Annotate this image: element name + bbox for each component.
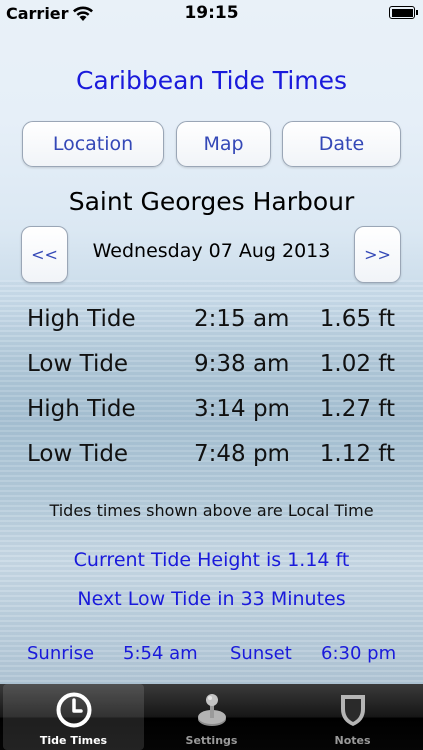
tide-row: High Tide 2:15 am 1.65 ft [0,304,423,349]
previous-day-button[interactable]: << [21,226,68,283]
tab-label: Settings [185,734,238,747]
current-date: Wednesday 07 Aug 2013 [92,240,331,262]
clock-time: 19:15 [184,3,239,23]
tide-time: 9:38 am [194,351,290,377]
tide-row: Low Tide 7:48 pm 1.12 ft [0,439,423,484]
joystick-icon [197,694,226,726]
tide-row: Low Tide 9:38 am 1.02 ft [0,349,423,394]
tide-table: High Tide 2:15 am 1.65 ft Low Tide 9:38 … [0,304,423,484]
tide-height: 1.27 ft [319,396,395,422]
tide-height: 1.65 ft [319,306,395,332]
location-button[interactable]: Location [22,121,164,167]
local-time-note: Tides times shown above are Local Time [49,501,374,520]
tab-bar: Tide Times Settings Notes [0,684,423,750]
date-button[interactable]: Date [282,121,401,167]
tide-time: 2:15 am [194,306,290,332]
sunset-time: 6:30 pm [321,643,397,664]
tide-time: 7:48 pm [194,441,290,467]
tide-type: Low Tide [27,351,129,377]
tide-type: High Tide [27,396,136,422]
clock-icon [56,692,91,728]
sunset-label: Sunset [230,643,292,664]
shield-icon [340,695,365,726]
status-bar: Carrier 19:15 [0,0,423,28]
app-title: Caribbean Tide Times [75,66,348,95]
tide-time: 3:14 pm [194,396,290,422]
tab-label: Tide Times [39,734,108,747]
current-tide-height: Current Tide Height is 1.14 ft [73,549,350,571]
tide-type: Low Tide [27,441,129,467]
tab-tide-times[interactable]: Tide Times [3,684,144,750]
tide-row: High Tide 3:14 pm 1.27 ft [0,394,423,439]
tab-label: Notes [334,734,371,747]
tab-settings[interactable]: Settings [141,684,282,750]
map-button[interactable]: Map [176,121,271,167]
tide-height: 1.12 ft [319,441,395,467]
tab-notes[interactable]: Notes [282,684,423,750]
next-tide-countdown: Next Low Tide in 33 Minutes [77,588,346,610]
sunrise-time: 5:54 am [123,643,198,664]
location-name: Saint Georges Harbour [68,187,355,216]
tide-height: 1.02 ft [319,351,395,377]
next-day-button[interactable]: >> [354,226,401,283]
sunrise-label: Sunrise [27,643,95,664]
tide-type: High Tide [27,306,136,332]
battery-icon [389,6,418,19]
